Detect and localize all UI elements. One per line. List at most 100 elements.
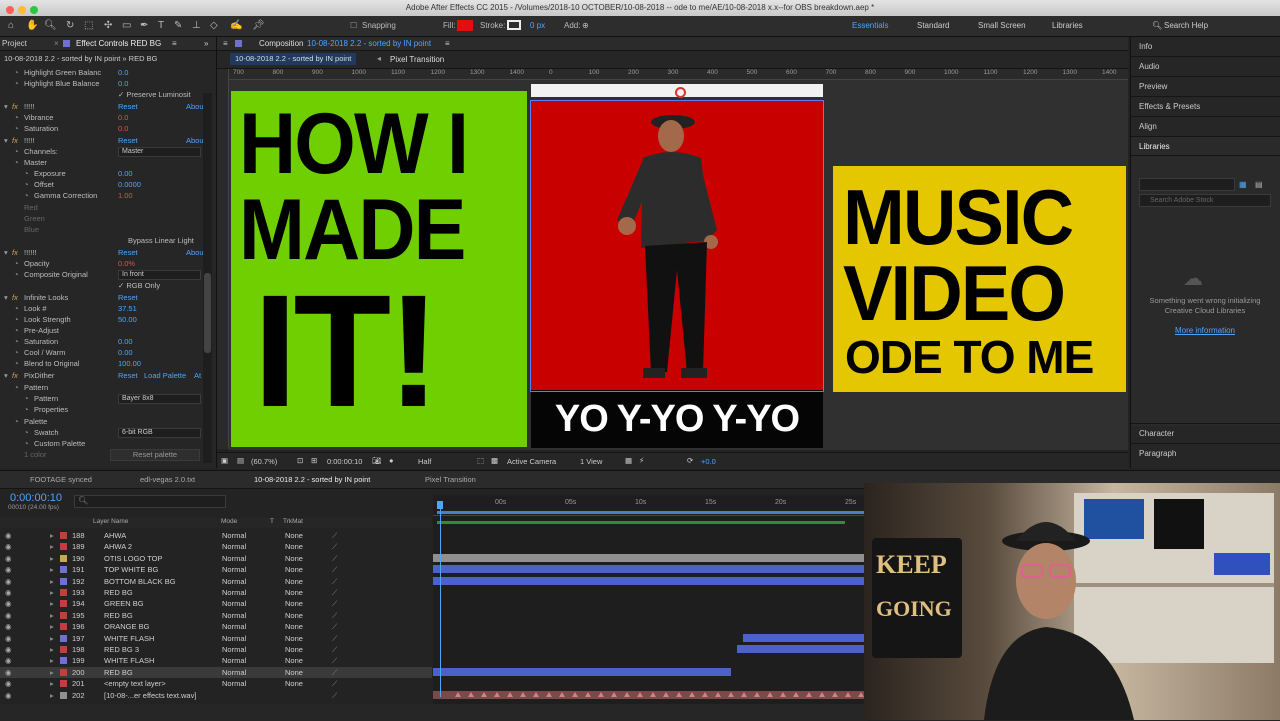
snapping-checkbox[interactable]: ☐ [350,21,357,30]
panel-align[interactable]: Align [1131,117,1280,137]
expand-arrow-icon[interactable]: ▸ [50,644,54,655]
effect-value[interactable]: 1.00 [118,190,133,201]
stopwatch-icon[interactable]: ◔ [14,347,19,358]
eye-icon[interactable]: ◉ [5,633,12,644]
timeline-search-input[interactable]: 🔍︎ [74,495,226,508]
effect-dropdown[interactable]: Master [118,147,201,157]
effect-value[interactable]: 0.0% [118,258,135,269]
grid-icon[interactable]: ⊞ [311,456,317,465]
list-view-icon[interactable]: ▤ [1255,180,1263,189]
switches-icon[interactable]: ⟋ [332,610,337,621]
reset-link[interactable]: Reset [118,370,138,381]
layer-label-color[interactable] [60,668,67,676]
always-preview-icon[interactable]: ▣ [221,456,228,465]
switches-icon[interactable]: ⟋ [332,553,337,564]
keyframe-marker[interactable] [832,691,838,697]
eye-icon[interactable]: ◉ [5,576,12,587]
layer-label-color[interactable] [60,532,67,539]
workspace-essentials[interactable]: Essentials [852,21,888,30]
effect-row-master[interactable]: ◔ Master [0,157,214,168]
effect-row-channels[interactable]: ◔ Channels: Master [0,146,214,157]
reset-link[interactable]: Reset [118,292,138,303]
switches-icon[interactable]: ⟋ [332,633,337,644]
effect-row-pattern_grp[interactable]: ◔ Pattern [0,382,214,393]
layer-name[interactable]: AHWA [104,530,126,541]
keyframe-marker[interactable] [663,691,669,697]
keyframe-marker[interactable] [741,691,747,697]
eraser-tool-icon[interactable]: ◇ [210,20,218,31]
keyframe-marker[interactable] [819,691,825,697]
layer-name[interactable]: GREEN BG [104,598,144,609]
stopwatch-icon[interactable]: ◔ [14,382,19,393]
keyframe-marker[interactable] [546,691,552,697]
minimize-icon[interactable] [18,6,26,14]
effect-row-gamma[interactable]: ◔ Gamma Correction 1.00 [0,190,214,201]
effect-value[interactable]: 0.00 [118,168,133,179]
expand-arrow-icon[interactable]: ▸ [50,690,54,701]
expand-arrow-icon[interactable]: ▸ [50,576,54,587]
tab-composition-name[interactable]: 10-08-2018 2.2 - sorted by IN point [307,37,431,50]
layer-mode[interactable]: Normal [222,564,246,575]
keyframe-marker[interactable] [767,691,773,697]
layer-name[interactable]: BOTTOM BLACK BG [104,576,176,587]
maximize-icon[interactable] [30,6,38,14]
layer-row[interactable]: ◉ ▸ 198 RED BG 3 Normal None ⟋ [0,644,432,655]
keyframe-marker[interactable] [559,691,565,697]
puppet-tool-icon[interactable]: 📌︎ [252,20,265,31]
camera-tool-icon[interactable]: ⬚ [84,20,93,31]
effect-row-strength[interactable]: ◔ Look Strength 50.00 [0,314,214,325]
load-palette-link[interactable]: Load Palette [144,370,186,381]
expand-arrow-icon[interactable]: ▸ [50,610,54,621]
expand-arrow-icon[interactable]: ▸ [50,564,54,575]
safe-area-icon[interactable]: ▤ [237,456,244,465]
layer-trkmat[interactable]: None [285,655,303,666]
effect-row-preserve[interactable]: ✓ Preserve Luminosit [0,89,214,100]
layer-row[interactable]: ◉ ▸ 189 AHWA 2 Normal None ⟋ [0,541,432,552]
layer-mode[interactable]: Normal [222,678,246,689]
keyframe-marker[interactable] [507,691,513,697]
layer-row[interactable]: ◉ ▸ 197 WHITE FLASH Normal None ⟋ [0,633,432,644]
layer-mode[interactable]: Normal [222,598,246,609]
panel-character[interactable]: Character [1131,423,1280,443]
layer-name[interactable]: [10-08-...er effects text.wav] [104,690,196,701]
effect-value[interactable]: 0.0 [118,78,128,89]
workspace-small-screen[interactable]: Small Screen [978,21,1026,30]
panel-preview[interactable]: Preview [1131,77,1280,97]
eye-icon[interactable]: ◉ [5,690,12,701]
reset-link[interactable]: Reset [118,247,138,258]
workspace-libraries[interactable]: Libraries [1052,21,1083,30]
effect-row-hbb[interactable]: ◔ Highlight Blue Balance 0.0 [0,78,214,89]
eye-icon[interactable]: ◉ [5,564,12,575]
layer-mode[interactable]: Normal [222,655,246,666]
layer-mode[interactable]: Normal [222,587,246,598]
switches-icon[interactable]: ⟋ [332,587,337,598]
eye-icon[interactable]: ◉ [5,655,12,666]
keyframe-marker[interactable] [624,691,630,697]
effect-row-properties[interactable]: ◔ Properties [0,404,214,415]
expand-arrow-icon[interactable]: ▸ [50,541,54,552]
layer-trkmat[interactable]: None [285,587,303,598]
effect-row-vibrance[interactable]: ◔ Vibrance 0.0 [0,112,214,123]
layer-label-color[interactable] [60,634,67,642]
layer-row[interactable]: ◉ ▸ 190 OTIS LOGO TOP Normal None ⟋ [0,553,432,564]
col-layer-name[interactable]: Layer Name [93,518,128,525]
expand-arrow-icon[interactable]: ▸ [50,633,54,644]
layer-label-color[interactable] [60,566,67,574]
stopwatch-icon[interactable]: ◔ [24,190,29,201]
fill-swatch[interactable] [457,20,473,31]
comp-menu-icon[interactable]: ≡ [223,37,228,50]
effect-value[interactable]: 0.0000 [118,179,141,190]
effect-row-offset[interactable]: ◔ Offset 0.0000 [0,179,214,190]
breadcrumb-comp[interactable]: 10-08-2018 2.2 - sorted by IN point [230,53,357,65]
effect-row-composite[interactable]: ◔ Composite Original In front [0,269,214,280]
keyframe-marker[interactable] [845,691,851,697]
effect-value[interactable]: 100.00 [118,358,141,369]
keyframe-marker[interactable] [533,691,539,697]
expand-arrow-icon[interactable]: ▸ [50,678,54,689]
expand-arrow-icon[interactable]: ▾ [4,370,8,381]
keyframe-marker[interactable] [494,691,500,697]
tab-effect-controls[interactable]: Effect Controls RED BG [76,37,161,50]
brush-tool-icon[interactable]: ✎ [174,20,182,31]
workspace-standard[interactable]: Standard [917,21,949,30]
keyframe-marker[interactable] [481,691,487,697]
